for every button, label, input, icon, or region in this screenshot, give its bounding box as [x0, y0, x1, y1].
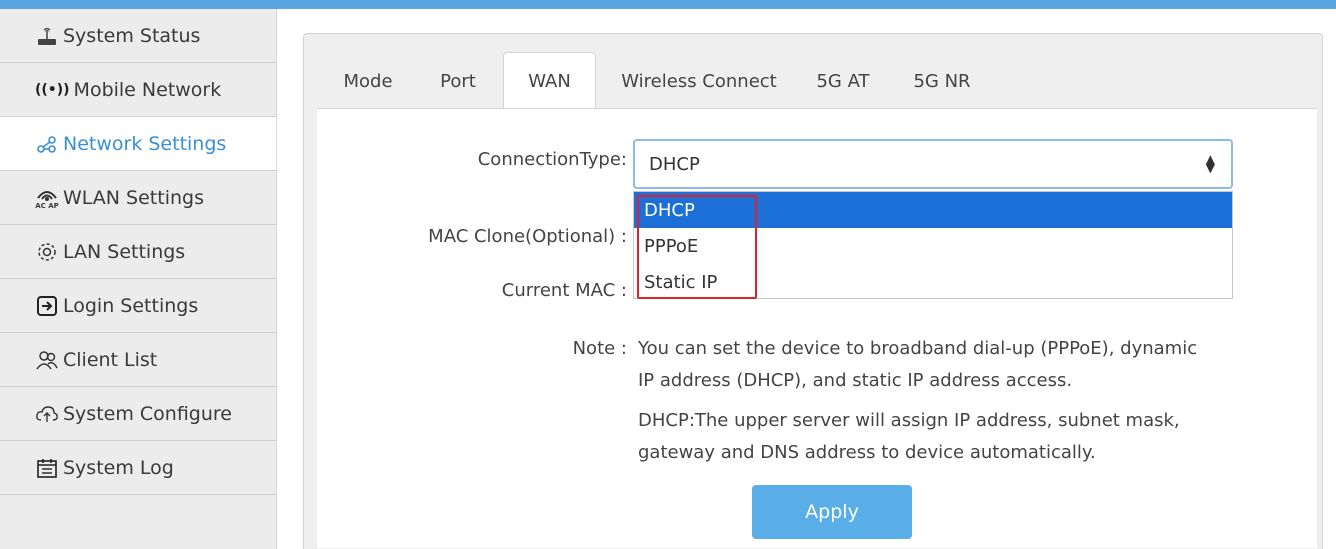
sidebar-item-lan-settings[interactable]: LAN Settings: [0, 225, 276, 279]
sidebar-item-network-settings[interactable]: Network Settings: [0, 117, 276, 171]
sidebar-item-login-settings[interactable]: Login Settings: [0, 279, 276, 333]
sidebar-item-label: Mobile Network: [73, 78, 222, 101]
connection-type-label: ConnectionType:: [477, 149, 627, 170]
tab-5g-nr[interactable]: 5G NR: [900, 54, 984, 109]
sidebar-item-label: System Configure: [63, 402, 232, 425]
connection-type-value: DHCP: [649, 153, 700, 175]
sidebar-item-label: Login Settings: [63, 294, 199, 317]
tab-mode[interactable]: Mode: [328, 54, 408, 109]
sidebar-item-label: System Log: [63, 456, 174, 479]
router-icon: [35, 24, 59, 48]
note-label: Note :: [572, 338, 627, 359]
sidebar-item-system-configure[interactable]: System Configure: [0, 387, 276, 441]
sidebar-item-label: LAN Settings: [63, 240, 186, 263]
login-icon: [35, 294, 59, 318]
network-icon: [35, 132, 59, 156]
gear-icon: [35, 240, 59, 264]
upload-icon: [35, 402, 59, 426]
top-accent-bar: [0, 0, 1336, 9]
highlight-annotation-box: [637, 195, 757, 299]
sidebar-item-mobile-network[interactable]: ((•)) Mobile Network: [0, 63, 276, 117]
note-line-2: IP address (DHCP), and static IP address…: [638, 370, 1073, 391]
sidebar-item-label: Network Settings: [63, 132, 227, 155]
tab-wan[interactable]: WAN: [503, 52, 596, 110]
sidebar-item-label: WLAN Settings: [63, 186, 204, 209]
mac-clone-label: MAC Clone(Optional) :: [428, 226, 627, 247]
sidebar-item-label: Client List: [63, 348, 158, 371]
tab-wireless-connect[interactable]: Wireless Connect: [609, 54, 789, 109]
sidebar-item-label: System Status: [63, 24, 201, 47]
apply-button[interactable]: Apply: [752, 485, 912, 539]
calendar-icon: [35, 456, 59, 480]
settings-panel: Mode Port WAN Wireless Connect 5G AT 5G …: [303, 33, 1323, 549]
wifi-icon: AC AP: [35, 186, 59, 210]
note-line-4: gateway and DNS address to device automa…: [638, 442, 1096, 463]
sidebar: System Status ((•)) Mobile Network Netwo…: [0, 9, 277, 549]
tab-port[interactable]: Port: [424, 54, 492, 109]
connection-type-select[interactable]: DHCP ▲ ▼: [633, 139, 1233, 189]
tab-bar: Mode Port WAN Wireless Connect 5G AT 5G …: [304, 34, 1322, 110]
current-mac-label: Current MAC :: [501, 280, 627, 301]
note-line-3: DHCP:The upper server will assign IP add…: [638, 410, 1180, 431]
select-arrows-icon: ▲ ▼: [1205, 152, 1215, 175]
wan-form: ConnectionType: DHCP ▲ ▼ MAC Clone(Option…: [317, 108, 1317, 548]
sidebar-item-wlan-settings[interactable]: AC AP WLAN Settings: [0, 171, 276, 225]
tab-5g-at[interactable]: 5G AT: [807, 54, 879, 109]
wlan-icon-text: AC AP: [35, 201, 59, 210]
signal-icon: ((•)): [35, 81, 70, 98]
users-icon: [35, 348, 59, 372]
note-line-1: You can set the device to broadband dial…: [638, 338, 1198, 359]
sidebar-item-system-log[interactable]: System Log: [0, 441, 276, 495]
sidebar-item-client-list[interactable]: Client List: [0, 333, 276, 387]
main-area: Mode Port WAN Wireless Connect 5G AT 5G …: [277, 9, 1336, 549]
sidebar-item-system-status[interactable]: System Status: [0, 9, 276, 63]
